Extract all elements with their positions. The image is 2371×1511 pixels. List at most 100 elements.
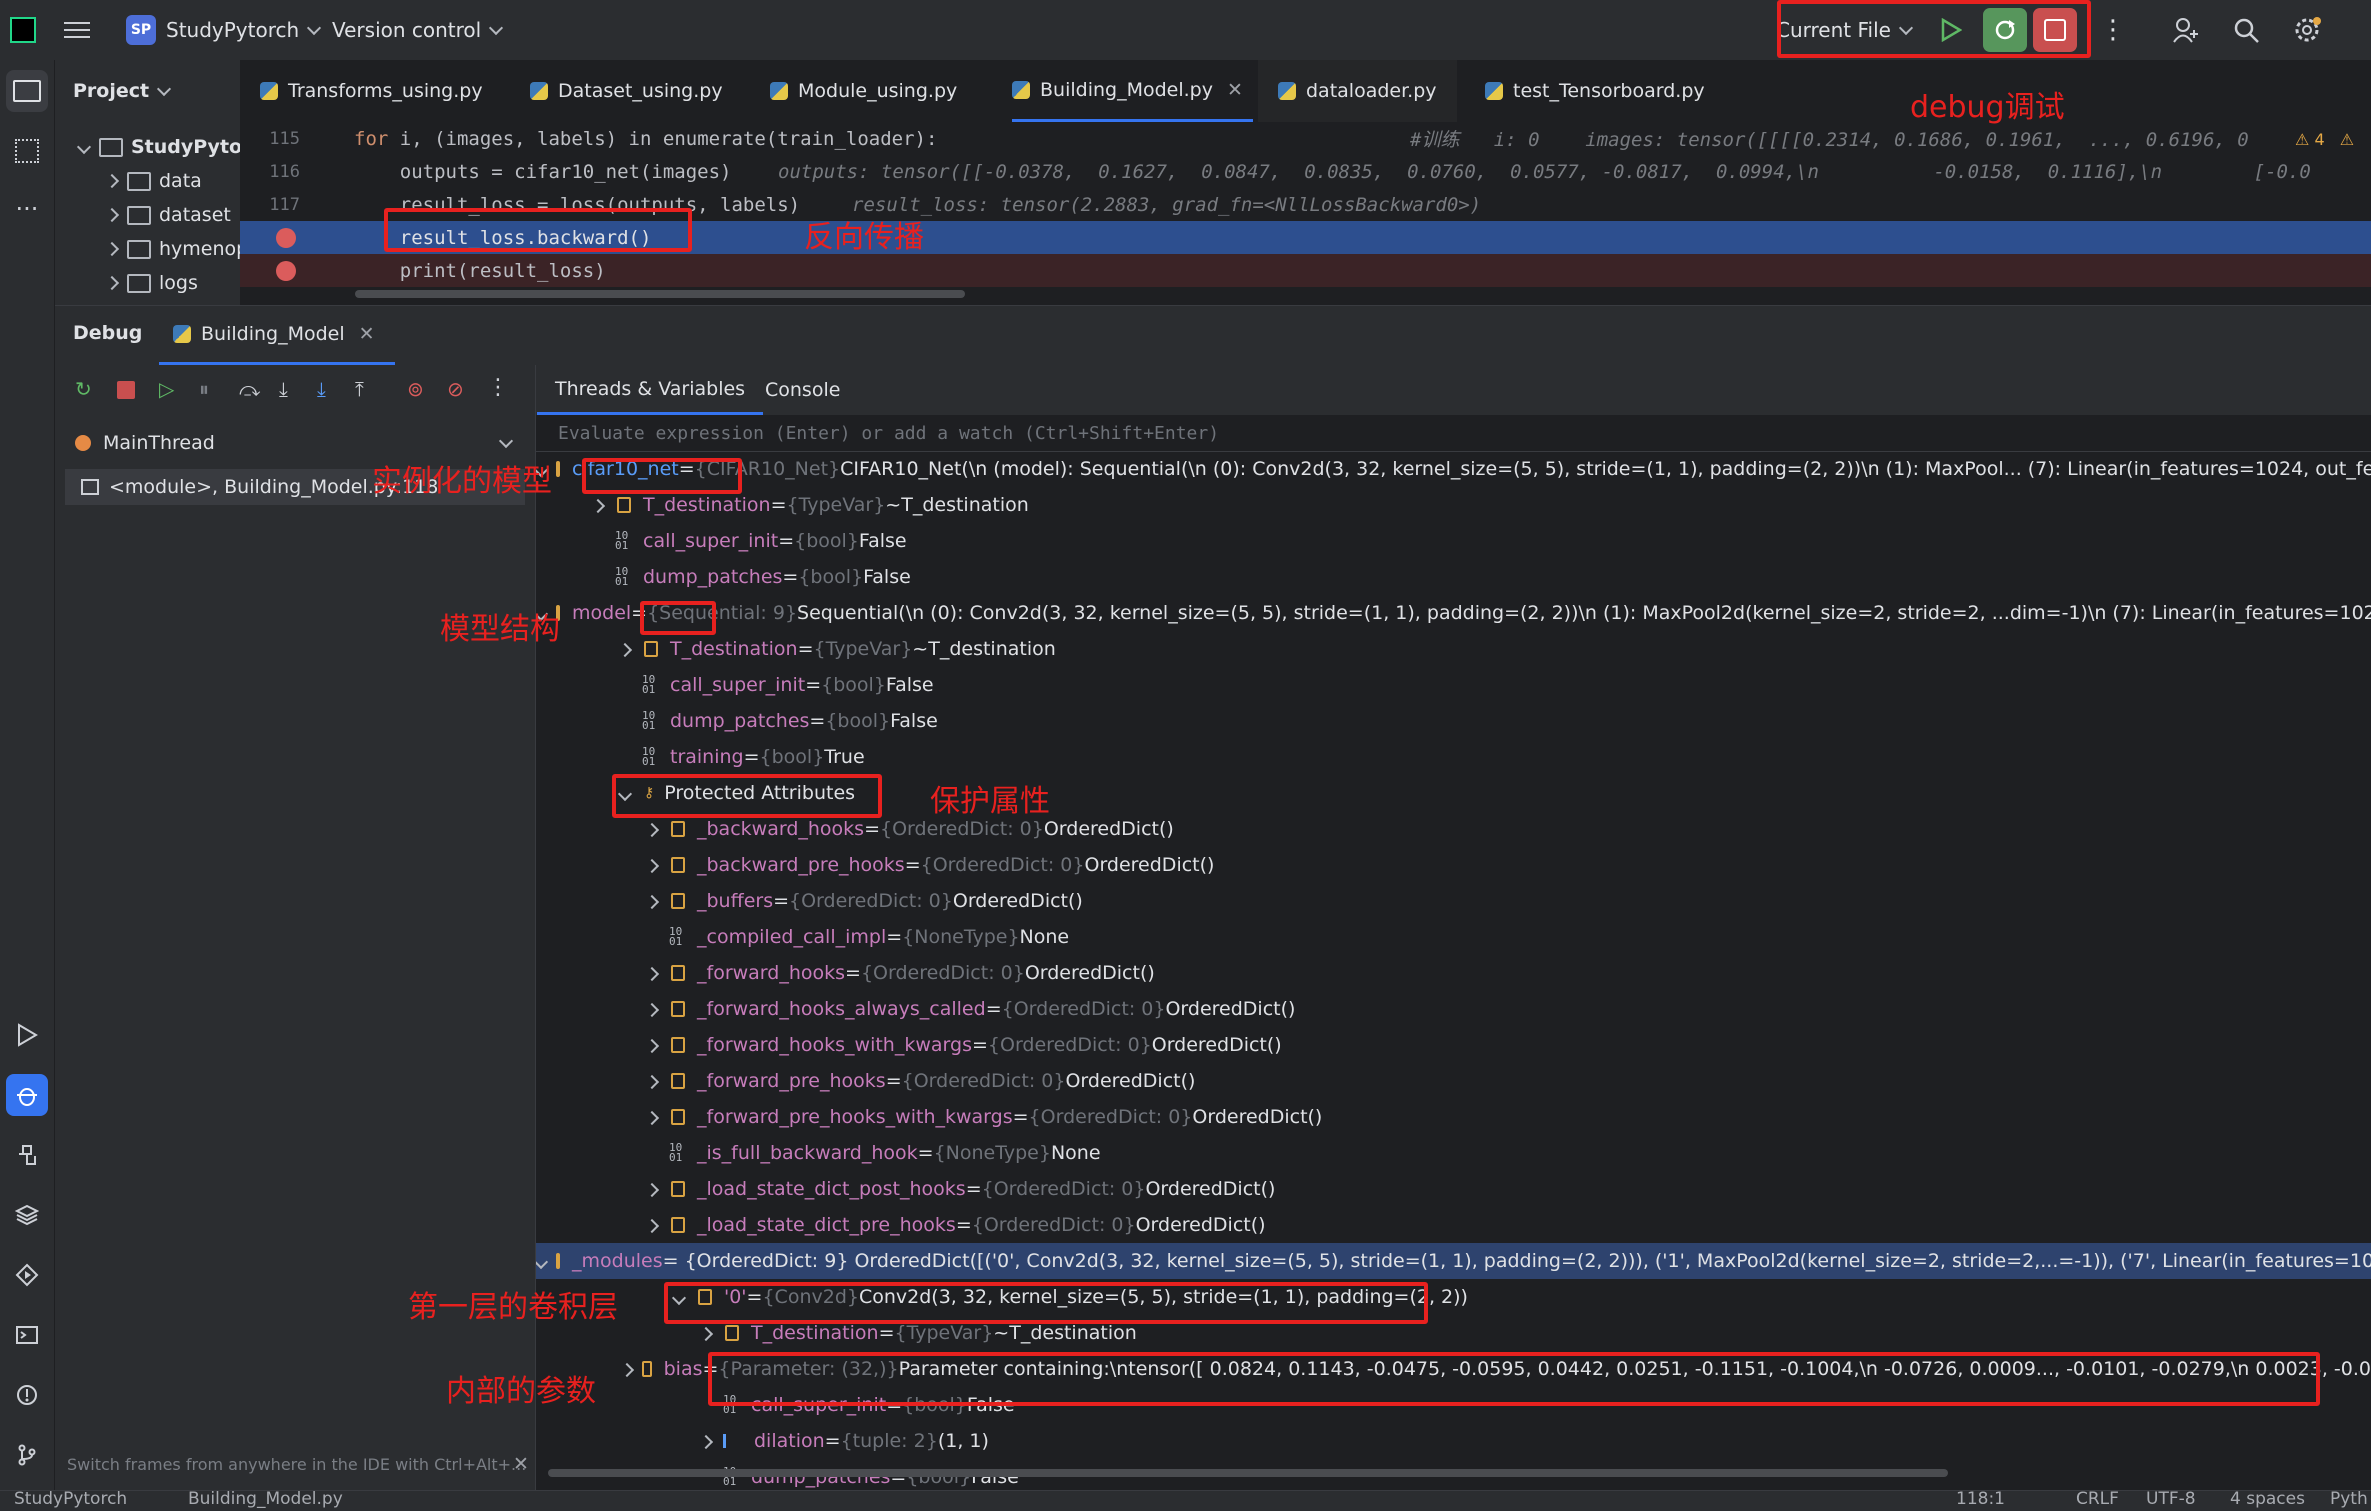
status-line-separator[interactable]: CRLF	[2076, 1489, 2119, 1509]
project-panel-header[interactable]: Project	[73, 74, 172, 108]
tree-item-data[interactable]: data	[104, 164, 202, 198]
variable-row[interactable]: _forward_hooks_always_called = {OrderedD…	[536, 991, 2371, 1027]
pause-icon[interactable]: ⏸	[199, 377, 209, 401]
close-icon[interactable]: ✕	[513, 1453, 529, 1475]
main-menu-icon[interactable]	[64, 0, 90, 60]
variable-row[interactable]: 1001 dump_patches = {bool} False	[536, 559, 2371, 595]
step-into-icon[interactable]: ⤓	[279, 377, 288, 401]
tab-dataloader[interactable]: dataloader.py	[1258, 60, 1457, 122]
tree-item-logs[interactable]: logs	[104, 266, 198, 300]
git-branch-icon[interactable]	[6, 1434, 48, 1476]
variable-row[interactable]: 10 01 call_super_init = {bool} False	[536, 523, 2371, 559]
tab-dataset-using[interactable]: Dataset_using.py	[530, 60, 723, 122]
status-file[interactable]: Building_Model.py	[188, 1489, 343, 1509]
expand-icon[interactable]	[616, 638, 634, 660]
step-into-my-code-icon[interactable]: ⤓	[317, 377, 326, 401]
expand-icon[interactable]	[643, 1034, 661, 1056]
terminal-icon[interactable]	[6, 1314, 48, 1356]
tab-module-using[interactable]: Module_using.py	[770, 60, 957, 122]
structure-icon[interactable]	[6, 130, 48, 172]
variable-row[interactable]: _backward_pre_hooks = {OrderedDict: 0} O…	[536, 847, 2371, 883]
collapse-icon[interactable]	[536, 1250, 549, 1272]
tab-debug-session[interactable]: Building_Model ✕	[159, 306, 395, 365]
variable-row[interactable]: T_destination = {TypeVar} ~T_destination	[536, 631, 2371, 667]
run-tool-icon[interactable]	[6, 1014, 48, 1056]
status-encoding[interactable]: UTF-8	[2146, 1489, 2196, 1509]
problems-icon[interactable]	[6, 1374, 48, 1416]
breakpoint-icon[interactable]	[276, 260, 296, 281]
python-console-icon[interactable]	[6, 1134, 48, 1176]
variable-row[interactable]: cifar10_net = {CIFAR10_Net} CIFAR10_Net(…	[536, 451, 2371, 487]
tab-threads-variables[interactable]: Threads & Variables	[537, 365, 764, 415]
expand-icon	[76, 139, 92, 155]
vcs-selector[interactable]: Version control	[332, 0, 504, 60]
step-out-icon[interactable]: ⤒	[355, 377, 364, 401]
expand-icon[interactable]	[643, 1178, 661, 1200]
expand-icon[interactable]	[643, 962, 661, 984]
expand-icon[interactable]	[643, 854, 661, 876]
expand-icon[interactable]	[643, 1070, 661, 1092]
add-user-icon[interactable]	[2172, 0, 2200, 60]
project-folder-icon[interactable]	[6, 70, 48, 112]
variable-row[interactable]: _buffers = {OrderedDict: 0} OrderedDict(…	[536, 883, 2371, 919]
tab-console[interactable]: Console	[755, 365, 850, 415]
stop-icon[interactable]	[117, 381, 135, 399]
services-icon[interactable]	[6, 1254, 48, 1296]
expand-icon[interactable]	[697, 1430, 715, 1452]
more-actions-icon[interactable]: ⋮	[487, 375, 509, 400]
variable-row[interactable]: _load_state_dict_post_hooks = {OrderedDi…	[536, 1171, 2371, 1207]
expand-icon[interactable]	[643, 998, 661, 1020]
close-icon[interactable]: ✕	[359, 323, 375, 345]
tree-item-hymenop[interactable]: hymenop	[104, 232, 248, 266]
variable-row[interactable]: _forward_pre_hooks_with_kwargs = {Ordere…	[536, 1099, 2371, 1135]
step-over-icon[interactable]: ⤼	[239, 377, 260, 401]
more-tools-icon[interactable]: ···	[6, 188, 48, 230]
variable-row[interactable]: model = {Sequential: 9} Sequential(\n (0…	[536, 595, 2371, 631]
status-indent[interactable]: 4 spaces	[2230, 1489, 2305, 1509]
ide-logo-icon[interactable]	[10, 0, 36, 60]
evaluate-expression-input[interactable]: Evaluate expression (Enter) or add a wat…	[536, 415, 2371, 452]
layers-icon[interactable]	[6, 1194, 48, 1236]
variable-row[interactable]: 10 01 _is_full_backward_hook = {NoneType} …	[536, 1135, 2371, 1171]
more-actions-icon[interactable]: ⋮	[2100, 0, 2126, 60]
tab-building-model[interactable]: Building_Model.py ✕	[1012, 60, 1253, 122]
variable-row[interactable]: 10 01 training = {bool} True	[536, 739, 2371, 775]
variable-row[interactable]: _forward_pre_hooks = {OrderedDict: 0} Or…	[536, 1063, 2371, 1099]
debug-bug-icon[interactable]	[6, 1074, 48, 1116]
view-breakpoints-icon[interactable]: ⊚	[407, 377, 424, 401]
expand-icon[interactable]	[589, 494, 607, 516]
variable-row[interactable]: _modules = {OrderedDict: 9} OrderedDict(…	[536, 1243, 2371, 1279]
search-icon[interactable]	[2232, 0, 2260, 60]
mute-breakpoints-icon[interactable]: ⊘	[447, 377, 464, 401]
variable-row[interactable]: 1001 dump_patches = {bool} False	[536, 703, 2371, 739]
expand-icon[interactable]	[643, 1214, 661, 1236]
project-selector[interactable]: SP StudyPytorch	[126, 0, 322, 60]
status-project[interactable]: StudyPytorch	[14, 1489, 127, 1509]
status-interpreter[interactable]: Pyth	[2330, 1489, 2368, 1509]
variable-row[interactable]: _forward_hooks = {OrderedDict: 0} Ordere…	[536, 955, 2371, 991]
close-icon[interactable]: ✕	[1227, 79, 1243, 101]
variable-row[interactable]: 10 01 _compiled_call_impl = {NoneType} Non…	[536, 919, 2371, 955]
resume-icon[interactable]: ▷	[159, 377, 174, 401]
breakpoint-icon[interactable]	[276, 227, 296, 248]
variable-row[interactable]: _forward_hooks_with_kwargs = {OrderedDic…	[536, 1027, 2371, 1063]
variables-horizontal-scrollbar[interactable]	[548, 1469, 1948, 1477]
tree-item-dataset[interactable]: dataset	[104, 198, 231, 232]
expand-icon[interactable]	[697, 1322, 715, 1344]
status-caret-position[interactable]: 118:1	[1956, 1489, 2005, 1509]
tab-transforms-using[interactable]: Transforms_using.py	[260, 60, 483, 122]
expand-icon[interactable]	[620, 1358, 635, 1380]
editor-horizontal-scrollbar[interactable]	[355, 290, 965, 298]
expand-icon[interactable]	[643, 890, 661, 912]
variable-row[interactable]: 10 01 call_super_init = {bool} False	[536, 667, 2371, 703]
variable-row[interactable]: dilation = {tuple: 2} (1, 1)	[536, 1423, 2371, 1459]
settings-gear-icon[interactable]	[2292, 0, 2322, 60]
rerun-icon[interactable]: ↻	[75, 377, 92, 401]
warning-indicator[interactable]: ⚠ 4 ⚠	[2295, 130, 2354, 149]
variable-row[interactable]: _load_state_dict_pre_hooks = {OrderedDic…	[536, 1207, 2371, 1243]
expand-icon[interactable]	[643, 1106, 661, 1128]
expand-icon[interactable]	[643, 818, 661, 840]
debug-tab-title[interactable]: Debug	[73, 322, 142, 344]
variable-row[interactable]: T_destination = {TypeVar} ~T_destination	[536, 487, 2371, 523]
tab-test-tensorboard[interactable]: test_Tensorboard.py	[1485, 60, 1705, 122]
